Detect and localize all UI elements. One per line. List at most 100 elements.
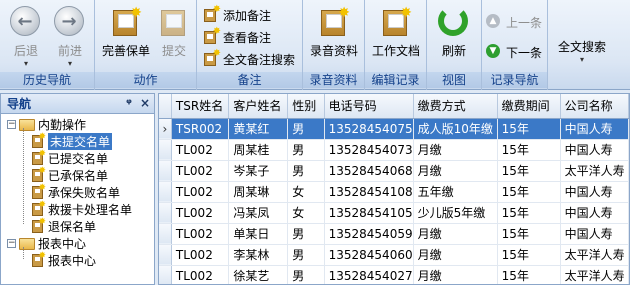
table-cell[interactable]: 13528454059 — [324, 223, 414, 245]
tree-list-item[interactable]: ✸ 承保失败名单 — [31, 183, 120, 201]
table-cell[interactable]: 男 — [287, 160, 325, 182]
tree-list-item[interactable]: ✸ 已承保名单 — [31, 166, 108, 184]
table-cell[interactable]: 13528454108 — [324, 181, 414, 203]
table-cell[interactable]: 少儿版5年缴 — [413, 202, 498, 224]
table-cell[interactable]: 男 — [287, 244, 325, 266]
table-cell[interactable]: 13528454068 — [324, 160, 414, 182]
collapse-toggle-icon[interactable]: − — [7, 239, 16, 248]
table-cell[interactable]: 15年 — [497, 244, 561, 266]
column-header[interactable]: TSR姓名 — [171, 94, 230, 119]
table-cell[interactable]: 13528454075 — [324, 118, 414, 140]
table-cell[interactable]: 中国人寿 — [560, 181, 629, 203]
table-cell[interactable]: 冯某凤 — [228, 202, 289, 224]
table-cell[interactable]: 太平洋人寿 — [560, 244, 629, 266]
table-cell[interactable]: 15年 — [497, 139, 561, 161]
tree-list-item[interactable]: ✸ 救援卡处理名单 — [31, 200, 132, 218]
pin-icon[interactable]: ᵠ — [126, 96, 132, 110]
view-note-button[interactable]: ✸ 查看备注 — [203, 26, 271, 47]
forward-button[interactable]: → 前进 ▾ — [52, 2, 88, 68]
row-pointer-icon[interactable]: › — [159, 118, 172, 140]
column-header[interactable]: 公司名称 — [560, 94, 629, 119]
table-cell[interactable]: 成人版10年缴 — [413, 118, 498, 140]
table-cell[interactable]: 15年 — [497, 223, 561, 245]
row-indicator[interactable] — [159, 244, 172, 266]
table-cell[interactable]: 单某日 — [228, 223, 289, 245]
table-cell[interactable]: TL002 — [171, 223, 230, 245]
table-cell[interactable]: TL002 — [171, 139, 230, 161]
table-row[interactable]: TL002 徐某艺男 13528454027 月缴 15年 太平洋人寿 — [159, 265, 629, 284]
table-cell[interactable]: 月缴 — [413, 139, 498, 161]
table-cell[interactable]: 月缴 — [413, 244, 498, 266]
row-indicator[interactable] — [159, 265, 172, 284]
column-header[interactable]: 缴费方式 — [413, 94, 498, 119]
tree-list-item[interactable]: ✸ 未提交名单 — [31, 132, 113, 150]
table-cell[interactable]: 女 — [287, 202, 325, 224]
table-cell[interactable]: 中国人寿 — [560, 139, 629, 161]
table-cell[interactable]: TL002 — [171, 160, 230, 182]
table-cell[interactable]: 五年缴 — [413, 181, 498, 203]
row-indicator[interactable] — [159, 139, 172, 161]
table-cell[interactable]: 男 — [287, 139, 325, 161]
table-cell[interactable]: 15年 — [497, 160, 561, 182]
tree-list-item[interactable]: ✸ 退保名单 — [31, 217, 96, 235]
table-cell[interactable]: 李某林 — [228, 244, 289, 266]
column-header[interactable]: 电话号码 — [324, 94, 414, 119]
column-header[interactable]: 性别 — [287, 94, 325, 119]
table-cell[interactable]: 黄某红 — [228, 118, 289, 140]
table-cell[interactable]: 15年 — [497, 118, 561, 140]
add-note-button[interactable]: ✸ 添加备注 — [203, 4, 271, 25]
table-cell[interactable]: 15年 — [497, 181, 561, 203]
fulltext-note-search-button[interactable]: ✸ 全文备注搜索 — [203, 48, 295, 69]
table-cell[interactable]: 月缴 — [413, 265, 498, 284]
column-header[interactable]: 缴费期间 — [497, 94, 561, 119]
work-doc-button[interactable]: ✸ 工作文档 — [369, 2, 423, 68]
table-cell[interactable]: 月缴 — [413, 223, 498, 245]
recording-material-button[interactable]: ✸ 录音资料 — [307, 2, 361, 68]
collapse-toggle-icon[interactable]: − — [7, 120, 16, 129]
table-cell[interactable]: 中国人寿 — [560, 223, 629, 245]
table-cell[interactable]: TL002 — [171, 181, 230, 203]
table-cell[interactable]: 徐某艺 — [228, 265, 289, 284]
table-cell[interactable]: 13528454027 — [324, 265, 414, 284]
table-cell[interactable]: 周某桂 — [228, 139, 289, 161]
table-row[interactable]: TL002 周某琳女 13528454108 五年缴 15年 中国人寿 — [159, 181, 629, 203]
table-cell[interactable]: 男 — [287, 265, 325, 284]
table-row[interactable]: TL002 周某桂男 13528454073 月缴 15年 中国人寿 — [159, 139, 629, 161]
table-cell[interactable]: 男 — [287, 223, 325, 245]
table-row[interactable]: › TSR002 黄某红男 13528454075 成人版10年缴 15年 中国人寿 — [159, 118, 629, 140]
table-cell[interactable]: 中国人寿 — [560, 118, 629, 140]
row-indicator[interactable] — [159, 160, 172, 182]
table-cell[interactable]: 13528454105 — [324, 202, 414, 224]
back-button[interactable]: ← 后退 ▾ — [8, 2, 44, 68]
table-cell[interactable]: 男 — [287, 118, 325, 140]
table-cell[interactable]: 太平洋人寿 — [560, 160, 629, 182]
row-indicator[interactable] — [159, 181, 172, 203]
table-cell[interactable]: TSR002 — [171, 118, 230, 140]
table-row[interactable]: TL002 冯某凤女 13528454105 少儿版5年缴 15年 中国人寿 — [159, 202, 629, 224]
tree-folder-item[interactable]: − 报表中心 — [7, 235, 86, 252]
prev-record-button[interactable]: ▲ 上一条 — [486, 12, 542, 32]
table-cell[interactable]: 月缴 — [413, 160, 498, 182]
submit-button[interactable]: 提交 — [157, 2, 191, 68]
table-row[interactable]: TL002 岑某子男 13528454068 月缴 15年 太平洋人寿 — [159, 160, 629, 182]
table-cell[interactable]: 13528454073 — [324, 139, 414, 161]
table-cell[interactable]: TL002 — [171, 202, 230, 224]
complete-policy-button[interactable]: ✸ 完善保单 — [99, 2, 153, 68]
table-cell[interactable]: 13528454060 — [324, 244, 414, 266]
refresh-button[interactable]: 刷新 — [435, 2, 473, 68]
table-cell[interactable]: 15年 — [497, 202, 561, 224]
table-cell[interactable]: 中国人寿 — [560, 202, 629, 224]
close-icon[interactable]: × — [140, 96, 150, 110]
column-header[interactable]: 客户姓名 — [228, 94, 289, 119]
row-indicator[interactable] — [159, 223, 172, 245]
tree-list-item[interactable]: ✸ 报表中心 — [31, 251, 96, 269]
next-record-button[interactable]: ▼ 下一条 — [486, 42, 542, 62]
table-row[interactable]: TL002 李某林男 13528454060 月缴 15年 太平洋人寿 — [159, 244, 629, 266]
table-cell[interactable]: TL002 — [171, 265, 230, 284]
tree-list-item[interactable]: ✸ 已提交名单 — [31, 149, 108, 167]
tree-folder-item[interactable]: − 内勤操作 — [7, 116, 86, 133]
row-indicator[interactable] — [159, 202, 172, 224]
table-cell[interactable]: 太平洋人寿 — [560, 265, 629, 284]
table-cell[interactable]: 周某琳 — [228, 181, 289, 203]
table-cell[interactable]: 15年 — [497, 265, 561, 284]
